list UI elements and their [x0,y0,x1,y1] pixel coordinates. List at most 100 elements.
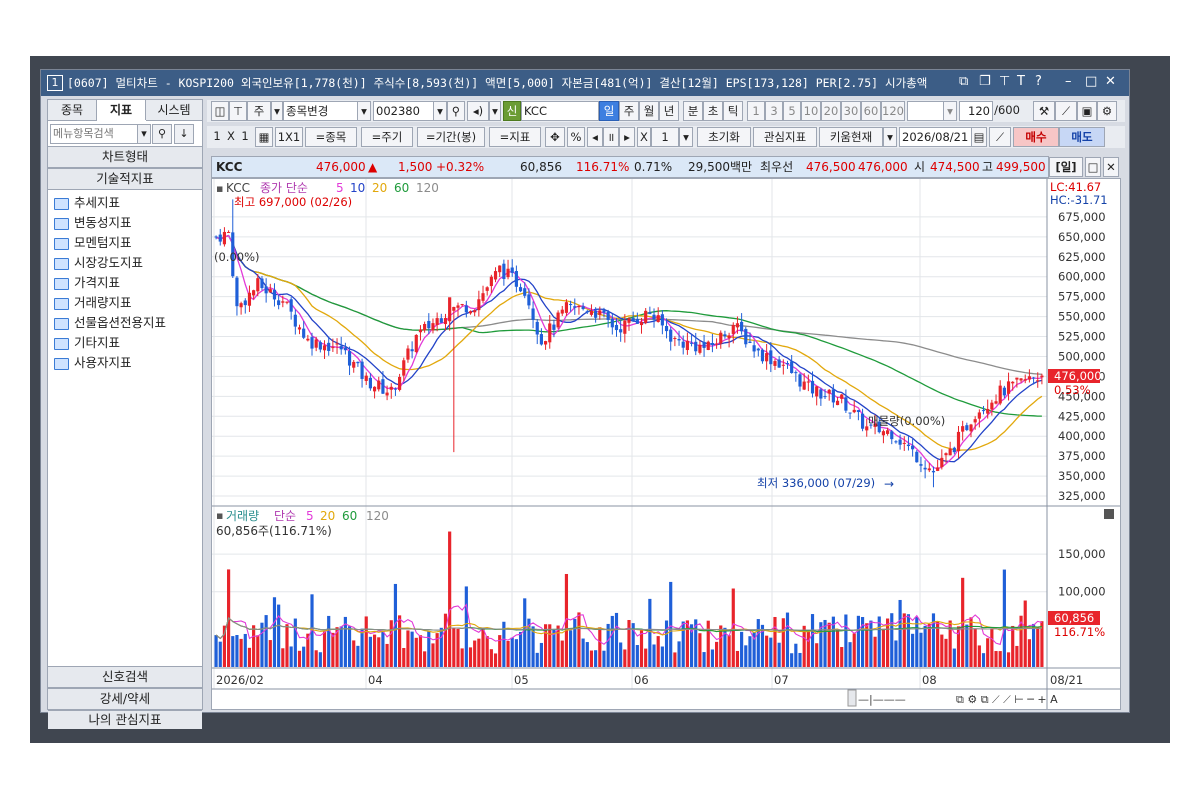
search-icon[interactable]: ⚲ [152,124,172,144]
tree-item-futures-options[interactable]: 선물옵션전용지표 [54,312,166,331]
title-bar[interactable]: 1 [0607] 멀티차트 - KOSPI200 외국인보유[1,778(천)]… [41,70,1129,96]
sync-cycle-button[interactable]: =주기 [361,127,413,147]
stock-change-dropdown-icon[interactable]: ▾ [357,101,371,121]
section-chart-type[interactable]: 차트형태 [48,146,202,168]
move-cross-icon[interactable]: ✥ [545,127,565,147]
section-signal-search[interactable]: 신호검색 [48,666,202,688]
help-icon[interactable]: ? [1035,74,1042,89]
section-technical[interactable]: 기술적지표 [48,168,202,190]
vol-panel-close-icon[interactable] [1104,509,1114,519]
period-day-button[interactable]: 일 [599,101,619,121]
section-my-indicators[interactable]: 나의 관심지표 [48,710,202,729]
date-input[interactable]: 2026/08/21 [899,127,973,147]
tab-system[interactable]: 시스템 [146,100,202,121]
panel-close-icon[interactable]: ✕ [1103,157,1119,177]
zoom-factor-select[interactable]: 1 [651,127,679,147]
search-dropdown-icon[interactable]: ▾ [137,124,151,144]
close-icon[interactable]: ✕ [1105,74,1116,89]
interval-1-button[interactable]: 1 [747,101,765,121]
stock-code-input[interactable]: 002380 [373,101,435,121]
folder-icon [54,357,69,370]
down-arrow-icon[interactable]: ↓ [174,124,194,144]
first-icon[interactable]: ◂ [587,127,603,147]
chart-area[interactable]: 675,000 650,000 625,000 600,000 575,000 550,0… [211,178,1121,710]
sell-button[interactable]: 매도 [1059,127,1105,147]
tree-item-other[interactable]: 기타지표 [54,332,120,351]
speaker-icon[interactable]: ◂) [467,101,489,121]
stock-type-select[interactable]: 주 [247,101,271,121]
trade-link-icon[interactable]: ⟋ [989,127,1011,147]
chart-svg[interactable]: 675,000 650,000 625,000 600,000 575,000 550,0… [212,179,1120,709]
scrollbar-track[interactable]: —|——— [858,693,906,706]
watch-indicator-button[interactable]: 관심지표 [753,127,817,147]
period-week-button[interactable]: 주 [619,101,639,121]
sync-item-button[interactable]: =종목 [305,127,357,147]
sync-indicator-button[interactable]: =지표 [489,127,541,147]
cursor-icon[interactable]: ⊤ [229,101,247,121]
period-second-button[interactable]: 초 [703,101,723,121]
pause-icon[interactable]: ॥ [603,127,619,147]
candle-body [289,299,293,312]
candle-body [247,292,252,306]
code-dropdown-icon[interactable]: ▾ [433,101,447,121]
panel-restore-icon[interactable]: □ [1085,157,1101,177]
candle-body [352,361,356,368]
tree-item-momentum[interactable]: 모멘텀지표 [54,232,132,251]
save-icon[interactable]: ▣ [1077,101,1097,121]
sync-period-button[interactable]: =기간(봉) [417,127,485,147]
interval-3-button[interactable]: 3 [765,101,783,121]
stock-type-dropdown-icon[interactable]: ▾ [271,101,283,121]
interval-30-button[interactable]: 30 [841,101,861,121]
tab-stock[interactable]: 종목 [48,100,97,121]
chart-mode-icon[interactable]: ◫ [211,101,229,121]
pin-icon[interactable]: ⊤ [999,74,1010,89]
code-search-icon[interactable]: ⚲ [447,101,465,121]
next-icon[interactable]: ▸ [619,127,635,147]
kiwoom-dropdown-icon[interactable]: ▾ [883,127,897,147]
bar-count-input[interactable]: 120 [959,101,993,121]
interval-custom-input[interactable] [907,101,945,121]
candle-body [222,231,227,245]
kiwoom-current-button[interactable]: 키움현재 [819,127,883,147]
volume-bar [352,640,356,667]
interval-5-button[interactable]: 5 [783,101,801,121]
menu-search-input[interactable]: 메뉴항목검색 [50,124,140,144]
layout-1x1-button[interactable]: 1X1 [275,127,303,147]
tab-indicator[interactable]: 지표 [97,100,146,120]
period-year-button[interactable]: 년 [659,101,679,121]
interval-120-button[interactable]: 120 [881,101,905,121]
chart-link-icon[interactable]: ⟋ [1055,101,1077,121]
grid-layout-icon[interactable]: ▦ [255,127,273,147]
zoom-dropdown-icon[interactable]: ▾ [679,127,693,147]
tree-item-volume[interactable]: 거래량지표 [54,292,132,311]
interval-60-button[interactable]: 60 [861,101,881,121]
period-tick-button[interactable]: 틱 [723,101,743,121]
stock-change-select[interactable]: 종목변경 [283,101,359,121]
chart-tools-icons[interactable]: ⧉ ⚙ ⧉ ⟋ ⟋ ⊢ ─ + A [956,693,1058,706]
tree-item-market-strength[interactable]: 시장강도지표 [54,252,143,271]
tree-item-trend[interactable]: 추세지표 [54,192,120,211]
tree-item-user[interactable]: 사용자지표 [54,352,132,371]
speaker-dropdown-icon[interactable]: ▾ [489,101,501,121]
interval-10-button[interactable]: 10 [801,101,821,121]
maximize-icon[interactable]: □ [1085,74,1097,89]
copy-icon[interactable]: ❐ [979,74,991,89]
period-month-button[interactable]: 월 [639,101,659,121]
layout-icon[interactable]: ⧉ [959,74,968,89]
calendar-icon[interactable]: ▤ [971,127,987,147]
scroll-left-icon[interactable] [847,689,857,707]
gear-icon[interactable]: ⚙ [1097,101,1117,121]
period-minute-button[interactable]: 분 [683,101,703,121]
tree-item-price[interactable]: 가격지표 [54,272,120,291]
interval-dropdown-icon[interactable]: ▾ [943,101,957,121]
indicator-add-icon[interactable]: ⚒ [1033,101,1055,121]
minimize-icon[interactable]: – [1065,74,1072,89]
reset-button[interactable]: 초기화 [697,127,751,147]
interval-20-button[interactable]: 20 [821,101,841,121]
section-bull-bear[interactable]: 강세/약세 [48,688,202,710]
percent-button[interactable]: % [567,127,585,147]
period-indicator: [일] [1049,157,1083,177]
tree-item-volatility[interactable]: 변동성지표 [54,212,132,231]
buy-button[interactable]: 매수 [1013,127,1059,147]
text-icon[interactable]: T [1017,74,1025,89]
